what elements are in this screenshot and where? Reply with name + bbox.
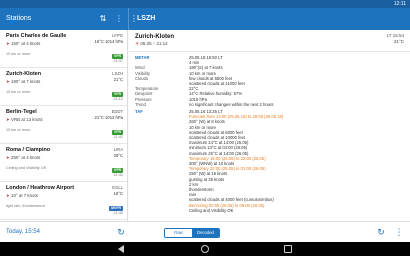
station-list: Paris Charles de Gaulle ➤ 150° at 4 knots… [0, 30, 128, 221]
station-item[interactable]: London / Heathrow Airport ➤ 10° at 7 knot… [0, 182, 127, 220]
report-body: METAR 25.05.18 15:50 LT 4 min Wind 190°(S) a… [129, 52, 410, 213]
status-icons [378, 2, 388, 15]
app-root: 12:11 Stations ⇅ ⋮ ⋮ LSZH Paris Charles … [0, 0, 410, 256]
sort-icon[interactable]: ⇅ [98, 14, 108, 24]
more-vert-icon[interactable]: ⋮ [394, 227, 404, 237]
flight-rule-badge: MVFR [109, 206, 123, 211]
raw-button[interactable]: Raw [165, 229, 192, 237]
more-vert-icon[interactable]: ⋮ [114, 14, 124, 24]
station-item[interactable]: Berlin-Tegel ➤ VRB at 13 knots 10 km or mo… [0, 106, 127, 144]
station-conditions: Ceiling and Visibility OK [6, 166, 47, 170]
wind-arrow-icon: ➤ [6, 155, 10, 160]
recents-icon[interactable] [284, 245, 292, 253]
station-time: 21:41 [113, 135, 123, 139]
detail-station-name: Zurich-Kloten [135, 34, 174, 40]
station-name: Zurich-Kloten [6, 71, 42, 77]
status-bar: 12:11 [0, 0, 410, 15]
flight-rule-badge: VFR [112, 92, 123, 97]
home-icon[interactable] [201, 245, 209, 253]
app-bar: Stations ⇅ ⋮ ⋮ LSZH [0, 8, 410, 30]
station-time: 21:37 [113, 59, 123, 63]
station-temp: 21°C [113, 77, 123, 82]
wind-arrow-icon: ➤ [6, 79, 10, 84]
station-wind: ➤ 190° at 7 knots [6, 79, 41, 84]
station-conditions: 10 km or more [6, 90, 31, 94]
taf-line: Ceiling and Visibility OK [189, 207, 234, 213]
refresh-icon[interactable]: ↻ [116, 227, 126, 237]
view-toggle: Raw Decoded [164, 228, 220, 238]
station-time: 21:40 [113, 211, 123, 215]
station-wind: ➤ 10° at 7 knots [6, 193, 38, 198]
station-code: EDDT [111, 109, 123, 114]
wind-arrow-icon: ➤ [6, 117, 10, 122]
station-temp: 16°C 1014 hPa [94, 39, 123, 44]
bottom-bar: Today, 15:54 ↻ Raw Decoded ↻ ⋮ [0, 221, 410, 242]
station-time: 21:12 [113, 97, 123, 101]
detail-temp: 21°C [393, 39, 404, 44]
back-icon[interactable] [118, 245, 124, 253]
station-conditions: light rain, thunderstorm [6, 204, 45, 208]
station-code: EGLL [112, 185, 123, 190]
metar-row: Trend no significant changes within the n… [135, 101, 274, 107]
station-time: 21:41 [113, 173, 123, 177]
detail-title: LSZH [137, 15, 156, 22]
status-clock: 12:11 [393, 1, 406, 7]
station-temp: 21°C 1013 hPa [94, 115, 123, 120]
flight-rule-badge: VFR [112, 54, 123, 59]
refresh-icon[interactable]: ↻ [376, 227, 386, 237]
detail-pane: Zurich-Kloten ☀ 05:35 ↑ 21:12 LT 15:54 2… [129, 30, 410, 221]
decoded-button[interactable]: Decoded [192, 229, 219, 237]
last-update-date: Today, 15:54 [6, 229, 40, 235]
station-item[interactable]: Roma / Ciampino ➤ 250° at 4 knots Ceiling … [0, 144, 127, 182]
detail-header: Zurich-Kloten ☀ 05:35 ↑ 21:12 LT 15:54 2… [129, 30, 410, 52]
station-wind: ➤ 250° at 4 knots [6, 155, 41, 160]
station-code: LFPG [112, 33, 123, 38]
flight-rule-badge: VFR [112, 130, 123, 135]
station-item[interactable]: Paris Charles de Gaulle ➤ 150° at 4 knots… [0, 30, 127, 68]
station-name: London / Heathrow Airport [6, 185, 75, 191]
taf-lines: Forecast from 14:00 (25.05.18) to 20:00 … [135, 114, 404, 213]
station-temp: 16°C [113, 191, 123, 196]
flight-rule-badge: VFR [112, 168, 123, 173]
station-item[interactable]: Zurich-Kloten ➤ 190° at 7 knots 10 km or m… [0, 68, 127, 106]
wind-arrow-icon: ➤ [6, 193, 10, 198]
station-name: Roma / Ciampino [6, 147, 51, 153]
station-code: LSZH [112, 71, 123, 76]
stations-title: Stations [6, 15, 32, 22]
station-code: LIRA [113, 147, 123, 152]
taf-label: TAF [135, 109, 143, 115]
station-temp: 26°C [113, 153, 123, 158]
detail-sun-times: ☀ 05:35 ↑ 21:12 [135, 41, 168, 46]
wind-arrow-icon: ➤ [6, 41, 10, 46]
system-nav-bar [0, 242, 410, 256]
metar-section: METAR 25.05.18 15:50 LT 4 min Wind 190°(S) a… [135, 55, 404, 107]
